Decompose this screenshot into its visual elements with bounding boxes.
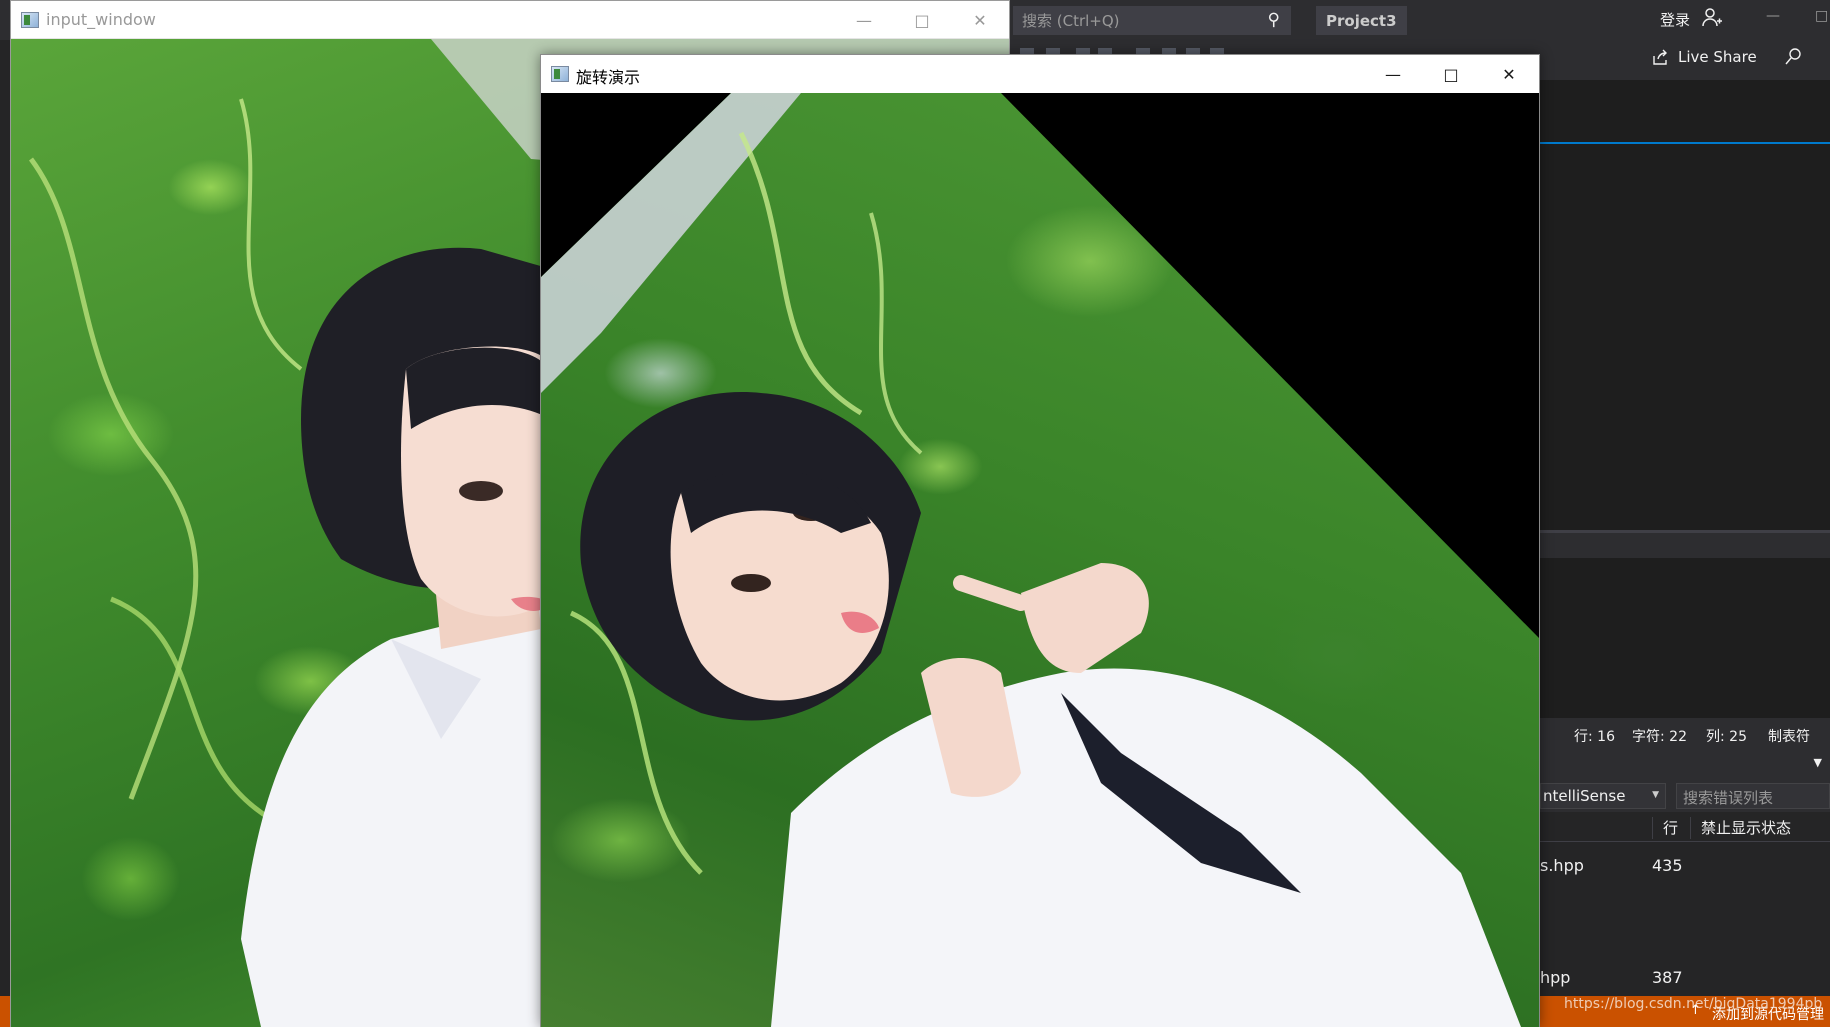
error-scope-value: ntelliSense	[1543, 787, 1626, 805]
error-file: s.hpp	[1540, 856, 1584, 875]
error-search-placeholder: 搜索错误列表	[1683, 789, 1774, 807]
rotated-image-canvas	[541, 93, 1539, 1027]
error-line: 435	[1652, 856, 1683, 875]
minimize-button[interactable]: —	[1364, 55, 1422, 93]
status-tab-mode[interactable]: 制表符	[1768, 726, 1810, 746]
minimize-button[interactable]: —	[835, 1, 893, 39]
dropdown-caret-icon: ▼	[1652, 790, 1659, 800]
search-icon[interactable]: ⚲	[1268, 10, 1280, 30]
editor-status-line: 行: 16 字符: 22 列: 25 制表符	[1540, 718, 1830, 750]
live-share-button[interactable]: Live Share	[1652, 48, 1757, 66]
app-icon	[21, 12, 39, 28]
left-statusbar-edge	[0, 996, 10, 1027]
share-icon	[1653, 49, 1667, 65]
status-char-number: 字符: 22	[1632, 729, 1687, 745]
rotated-portrait-illustration	[541, 93, 1521, 1027]
panel-splitter[interactable]	[1540, 530, 1830, 558]
ide-project-badge: Project3	[1316, 6, 1407, 35]
input-window-title: input_window	[46, 10, 156, 29]
chevron-down-icon[interactable]: ▼	[1814, 756, 1822, 769]
ide-search-box[interactable]: 搜索 (Ctrl+Q) ⚲	[1013, 6, 1291, 35]
rotation-window-titlebar[interactable]: 旋转演示 — □ ✕	[541, 55, 1539, 93]
rotation-window-title: 旋转演示	[576, 68, 641, 87]
login-link[interactable]: 登录	[1660, 9, 1690, 30]
code-editor-area[interactable]	[1540, 80, 1830, 530]
status-col-number: 列: 25	[1706, 729, 1747, 745]
status-line-number: 行: 16	[1574, 729, 1615, 745]
rotation-window[interactable]: 旋转演示 — □ ✕	[540, 54, 1540, 1027]
error-search-input[interactable]: 搜索错误列表	[1676, 783, 1830, 809]
feedback-icon[interactable]	[1783, 47, 1803, 67]
error-scope-select[interactable]: ntelliSense ▼	[1540, 783, 1666, 809]
ide-minimize-icon[interactable]: —	[1766, 8, 1780, 24]
maximize-button[interactable]: □	[1422, 55, 1480, 93]
ide-statusbar: ↑ 添加到源代码管理 https://blog.csdn.net/bigData…	[1540, 996, 1830, 1027]
error-file: hpp	[1540, 968, 1571, 987]
rotated-image	[541, 93, 1539, 1027]
output-panel[interactable]	[1540, 558, 1830, 718]
app-icon	[551, 66, 569, 82]
ide-search-placeholder: 搜索 (Ctrl+Q)	[1022, 12, 1120, 30]
table-row[interactable]: hpp 387	[1540, 966, 1830, 992]
close-button[interactable]: ✕	[1480, 55, 1538, 93]
error-line: 387	[1652, 968, 1683, 987]
ide-restore-icon[interactable]: □	[1815, 8, 1828, 24]
error-list-filterbar: ntelliSense ▼ 搜索错误列表	[1540, 780, 1830, 812]
column-header-suppression[interactable]: 禁止显示状态	[1690, 817, 1791, 839]
live-share-label: Live Share	[1678, 48, 1757, 66]
add-user-icon[interactable]	[1702, 7, 1722, 29]
column-header-line[interactable]: 行	[1652, 817, 1678, 839]
table-row[interactable]: s.hpp 435	[1540, 854, 1830, 880]
close-button[interactable]: ✕	[951, 1, 1009, 39]
error-list-columns: 行 禁止显示状态	[1540, 812, 1830, 842]
input-window-titlebar[interactable]: input_window — □ ✕	[11, 1, 1009, 39]
editor-accent-line	[1540, 142, 1830, 144]
watermark-text: https://blog.csdn.net/bigData1994pb	[1564, 996, 1823, 1012]
maximize-button[interactable]: □	[893, 1, 951, 39]
error-list: s.hpp 435 hpp 387	[1540, 842, 1830, 992]
error-list-header: ▼	[1540, 750, 1830, 780]
